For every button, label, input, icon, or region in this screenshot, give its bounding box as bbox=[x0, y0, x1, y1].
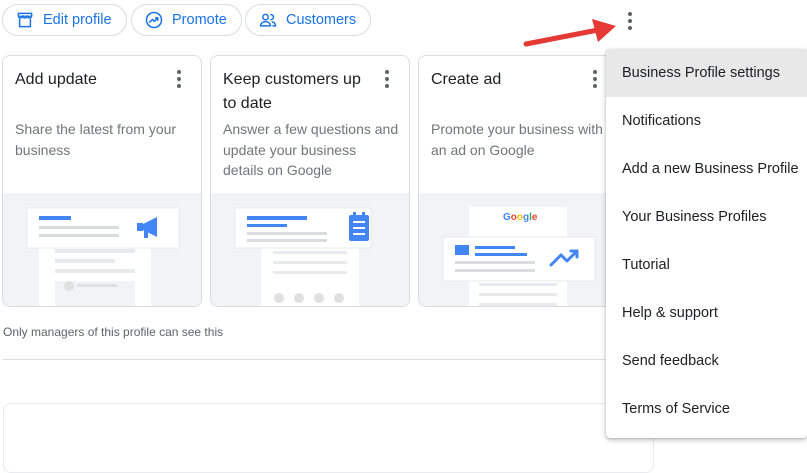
update-illustration-icon bbox=[26, 207, 180, 306]
card-illustration bbox=[3, 193, 201, 306]
chip-label: Customers bbox=[286, 12, 357, 28]
menu-item-notifications[interactable]: Notifications bbox=[606, 97, 807, 145]
more-vert-icon bbox=[593, 70, 597, 88]
card-description: Answer a few questions and update your b… bbox=[223, 121, 399, 178]
people-icon bbox=[259, 13, 277, 27]
card-illustration bbox=[211, 193, 409, 306]
card-description: Promote your business with an ad on Goog… bbox=[431, 121, 603, 158]
edit-profile-chip[interactable]: Edit profile bbox=[2, 4, 127, 36]
trending-up-icon bbox=[145, 11, 163, 29]
more-vert-icon bbox=[628, 12, 632, 30]
create-ad-card[interactable]: Create ad Promote your business with an … bbox=[418, 55, 618, 307]
menu-item-help-support[interactable]: Help & support bbox=[606, 289, 807, 337]
card-title: Create ad bbox=[431, 71, 502, 88]
bottom-card bbox=[3, 403, 654, 473]
card-more-button[interactable] bbox=[167, 67, 191, 91]
keep-customers-card[interactable]: Keep customers up to date Answer a few q… bbox=[210, 55, 410, 307]
card-title: Keep customers up to date bbox=[223, 71, 361, 112]
card-illustration: Google bbox=[419, 193, 617, 306]
managers-note: Only managers of this profile can see th… bbox=[3, 325, 224, 339]
checklist-illustration-icon bbox=[234, 207, 372, 306]
menu-item-add-business-profile[interactable]: Add a new Business Profile bbox=[606, 145, 807, 193]
google-logo: Google bbox=[503, 212, 538, 223]
storefront-icon bbox=[17, 12, 33, 28]
menu-item-business-profile-settings[interactable]: Business Profile settings bbox=[606, 49, 807, 97]
more-vert-icon bbox=[385, 70, 389, 88]
chip-label: Edit profile bbox=[43, 12, 112, 28]
divider bbox=[3, 359, 605, 360]
add-update-card[interactable]: Add update Share the latest from your bu… bbox=[2, 55, 202, 307]
menu-item-your-business-profiles[interactable]: Your Business Profiles bbox=[606, 193, 807, 241]
more-vert-icon bbox=[177, 70, 181, 88]
more-options-button[interactable] bbox=[618, 9, 642, 33]
menu-item-send-feedback[interactable]: Send feedback bbox=[606, 337, 807, 385]
card-description: Share the latest from your business bbox=[15, 121, 177, 158]
annotation-arrow-icon bbox=[523, 19, 616, 47]
promote-chip[interactable]: Promote bbox=[131, 4, 242, 36]
chip-label: Promote bbox=[172, 12, 227, 28]
menu-item-tutorial[interactable]: Tutorial bbox=[606, 241, 807, 289]
options-menu: Business Profile settings Notifications … bbox=[606, 49, 807, 438]
menu-item-terms-of-service[interactable]: Terms of Service bbox=[606, 385, 807, 433]
customers-chip[interactable]: Customers bbox=[245, 4, 372, 36]
card-more-button[interactable] bbox=[583, 67, 607, 91]
card-title: Add update bbox=[15, 71, 97, 88]
card-more-button[interactable] bbox=[375, 67, 399, 91]
ad-illustration-icon bbox=[442, 207, 596, 306]
